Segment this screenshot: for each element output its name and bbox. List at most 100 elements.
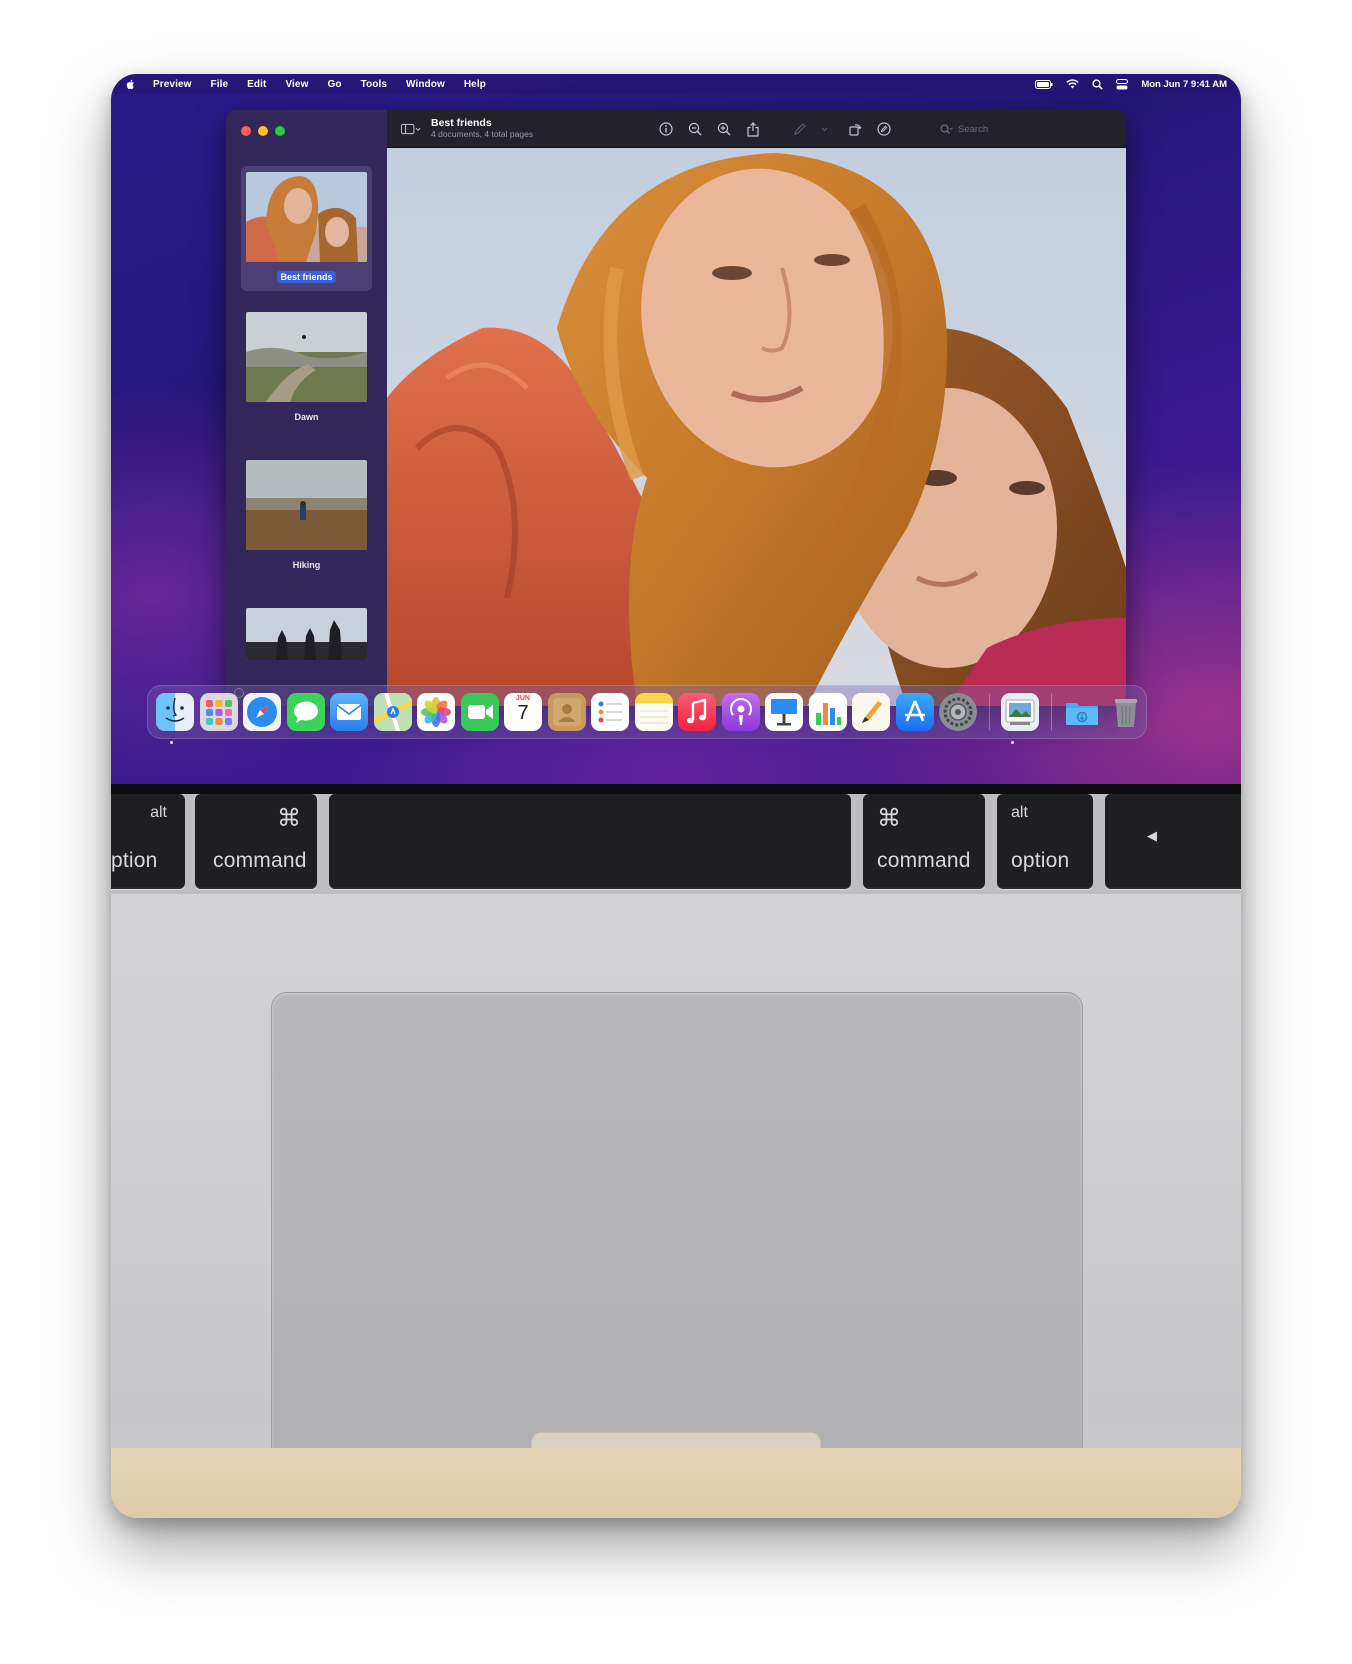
calendar-day: 7	[517, 702, 529, 724]
photos-icon[interactable]	[417, 693, 455, 731]
sidebar-item-label: Best friends	[277, 271, 336, 283]
markup-pen-icon[interactable]	[791, 121, 808, 137]
facetime-icon[interactable]	[460, 693, 499, 731]
menu-view[interactable]: View	[285, 79, 308, 90]
window-title: Best friends	[431, 116, 492, 129]
key-option-label: ption	[111, 849, 158, 872]
dock-separator	[1050, 694, 1052, 730]
markup-toolbar-icon[interactable]	[875, 121, 892, 137]
dock-separator	[988, 694, 990, 730]
menu-file[interactable]: File	[211, 79, 229, 90]
finder-icon[interactable]	[156, 693, 194, 731]
trackpad[interactable]	[271, 992, 1083, 1494]
battery-icon[interactable]	[1035, 79, 1053, 89]
trash-icon[interactable]	[1107, 693, 1145, 731]
main-photo	[387, 148, 1126, 706]
left-arrow-key[interactable]: ◀	[1105, 794, 1241, 889]
key-alt-label: alt	[1011, 804, 1028, 821]
preview-window: Best friends Dawn Hiking Best friends 4 …	[226, 110, 1126, 706]
notes-icon[interactable]	[634, 693, 673, 731]
launchpad-icon[interactable]	[199, 693, 238, 731]
thumbnail-image	[246, 608, 367, 660]
sidebar-item-label: Dawn	[294, 412, 319, 422]
app-store-icon[interactable]	[895, 693, 934, 731]
menu-help[interactable]: Help	[464, 79, 486, 90]
sidebar-item-best-friends[interactable]: Best friends	[241, 166, 372, 291]
command-symbol-icon: ⌘	[877, 805, 901, 832]
dock: JUN 7	[147, 685, 1147, 739]
left-command-key[interactable]: ⌘ command	[195, 794, 317, 889]
right-option-key[interactable]: alt option	[997, 794, 1093, 889]
sidebar-item-hiking[interactable]: Hiking	[241, 460, 372, 573]
menu-go[interactable]: Go	[327, 79, 341, 90]
keynote-icon[interactable]	[765, 693, 803, 731]
calendar-icon[interactable]: JUN 7	[504, 693, 542, 731]
palm-rest	[111, 894, 1241, 1494]
menu-window[interactable]: Window	[406, 79, 445, 90]
menu-edit[interactable]: Edit	[247, 79, 266, 90]
spotlight-search-icon[interactable]	[1092, 78, 1104, 90]
wifi-icon[interactable]	[1066, 79, 1080, 89]
downloads-folder-icon[interactable]	[1063, 693, 1101, 731]
document-viewer[interactable]	[387, 148, 1126, 706]
window-titles: Best friends 4 documents, 4 total pages	[431, 116, 534, 140]
sidebar-item-dawn[interactable]: Dawn	[241, 312, 372, 425]
search-field[interactable]: Search	[934, 119, 1114, 139]
zoom-out-icon[interactable]	[686, 121, 703, 137]
zoom-in-icon[interactable]	[715, 121, 732, 137]
finder-running-indicator	[170, 741, 173, 744]
search-icon	[940, 123, 953, 134]
status-area: Mon Jun 7 9:41 AM	[1035, 74, 1227, 94]
reminders-icon[interactable]	[591, 693, 629, 731]
thumbnail-image	[246, 312, 367, 402]
left-arrow-icon: ◀	[1147, 828, 1157, 843]
thumbnail-image	[246, 172, 367, 262]
sidebar: Best friends Dawn Hiking	[226, 110, 387, 706]
rotate-icon[interactable]	[846, 121, 863, 137]
key-option-label: option	[1011, 849, 1070, 872]
right-command-key[interactable]: ⌘ command	[863, 794, 985, 889]
share-icon[interactable]	[744, 121, 761, 137]
key-alt-label: alt	[150, 804, 167, 821]
maps-icon[interactable]	[373, 693, 412, 731]
macbook-frame: Preview File Edit View Go Tools Window H…	[111, 74, 1241, 1518]
control-center-icon[interactable]	[1116, 78, 1129, 90]
toolbar: Best friends 4 documents, 4 total pages	[387, 110, 1126, 148]
safari-icon[interactable]	[243, 693, 281, 731]
menu-bar-clock[interactable]: Mon Jun 7 9:41 AM	[1141, 79, 1227, 90]
podcasts-icon[interactable]	[721, 693, 760, 731]
close-button[interactable]	[241, 126, 251, 136]
preview-app-icon[interactable]	[1001, 693, 1039, 731]
window-subtitle: 4 documents, 4 total pages	[431, 128, 534, 139]
key-command-label: command	[877, 849, 971, 872]
command-symbol-icon: ⌘	[277, 805, 301, 832]
messages-icon[interactable]	[286, 693, 325, 731]
calendar-month: JUN	[515, 695, 530, 702]
preview-running-indicator	[1011, 741, 1014, 744]
info-icon[interactable]	[657, 121, 674, 137]
menu-app-name[interactable]: Preview	[153, 79, 192, 90]
minimize-button[interactable]	[258, 126, 268, 136]
numbers-icon[interactable]	[808, 693, 847, 731]
mail-icon[interactable]	[330, 693, 368, 731]
music-icon[interactable]	[678, 693, 716, 731]
wooden-desk	[111, 1448, 1241, 1518]
toolbar-tools	[657, 121, 892, 137]
system-preferences-icon[interactable]	[939, 693, 977, 731]
menu-tools[interactable]: Tools	[361, 79, 387, 90]
apple-menu-icon[interactable]	[125, 79, 135, 90]
markup-chevron-down-icon[interactable]	[820, 121, 828, 137]
pages-icon[interactable]	[852, 693, 890, 731]
search-placeholder: Search	[958, 123, 989, 135]
sidebar-item-label: Hiking	[292, 560, 321, 570]
zoom-button[interactable]	[275, 126, 285, 136]
space-bar[interactable]	[329, 794, 851, 889]
key-command-label: command	[213, 849, 307, 872]
thumbnail-image	[246, 460, 367, 550]
contacts-icon[interactable]	[547, 693, 586, 731]
sidebar-item-silhouettes[interactable]	[241, 608, 372, 660]
window-controls	[241, 126, 285, 136]
screen-bezel	[111, 784, 1241, 794]
left-option-key[interactable]: alt ption	[111, 794, 185, 889]
sidebar-toggle-icon[interactable]	[401, 122, 421, 136]
